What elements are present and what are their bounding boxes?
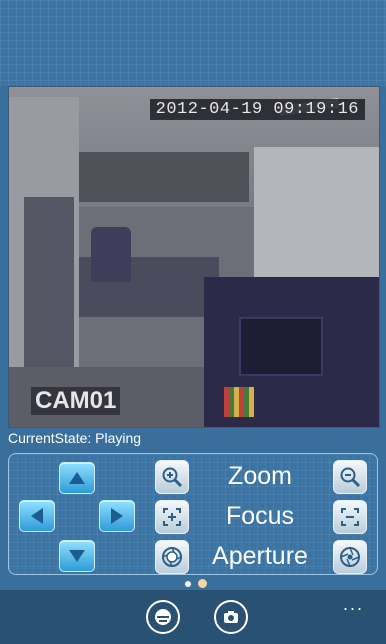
pan-up-button[interactable] (59, 462, 95, 494)
app-bar: ... (0, 590, 386, 644)
page-dot (185, 581, 191, 587)
pan-left-button[interactable] (19, 500, 55, 532)
focus-out-icon (341, 508, 359, 526)
ptz-control-panel: Zoom Focus Aperture (8, 453, 378, 575)
video-scene-books (224, 387, 254, 417)
aperture-open-button[interactable] (155, 540, 189, 574)
zoom-out-icon (340, 467, 361, 488)
page-dot (198, 579, 207, 588)
ptz-toggle-button[interactable] (146, 600, 180, 634)
camera-snapshot-icon (224, 611, 238, 623)
video-scene-window (254, 147, 379, 277)
video-scene-chair (91, 227, 131, 282)
camera-label: CAM01 (31, 387, 121, 415)
focus-near-button[interactable] (155, 500, 189, 534)
aperture-close-button[interactable] (333, 540, 367, 574)
more-options-button[interactable]: ... (343, 594, 364, 615)
focus-far-button[interactable] (333, 500, 367, 534)
arrow-left-icon (31, 508, 43, 524)
zoom-label: Zoom (228, 462, 292, 490)
zoom-in-icon (162, 467, 183, 488)
focus-label: Focus (225, 502, 295, 530)
aperture-open-icon (162, 547, 182, 567)
ptz-toggle-icon (155, 609, 171, 625)
focus-in-icon (163, 508, 181, 526)
snapshot-button[interactable] (214, 600, 248, 634)
zoom-out-button[interactable] (333, 460, 367, 494)
current-state-text: CurrentState: Playing (8, 430, 142, 446)
aperture-label: Aperture (212, 542, 308, 570)
pan-down-button[interactable] (59, 540, 95, 572)
arrow-down-icon (69, 550, 85, 562)
video-stream[interactable]: 2012-04-19 09:19:16 CAM01 (8, 86, 380, 428)
header-bar (0, 0, 386, 86)
video-scene-monitor (239, 317, 323, 376)
page-indicator (185, 579, 215, 589)
arrow-up-icon (69, 472, 85, 484)
arrow-right-icon (111, 508, 123, 524)
zoom-in-button[interactable] (155, 460, 189, 494)
pan-right-button[interactable] (99, 500, 135, 532)
video-timestamp: 2012-04-19 09:19:16 (149, 99, 365, 120)
video-scene-partition (79, 152, 249, 202)
aperture-close-icon (340, 547, 360, 567)
video-scene-cabinet (24, 197, 74, 367)
